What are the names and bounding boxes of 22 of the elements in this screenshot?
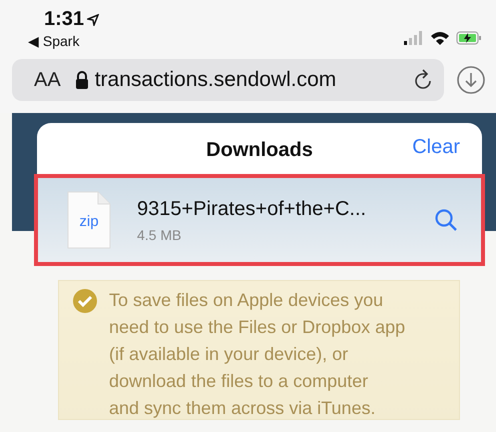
clear-button[interactable]: Clear <box>412 136 460 159</box>
lock-icon <box>74 71 89 89</box>
download-item[interactable]: zip 9315+Pirates+of+the+C... 4.5 MB <box>37 177 482 263</box>
text-size-button[interactable]: AA <box>34 68 61 92</box>
notice-text: To save files on Apple devices you need to use the Files or Dropbox app (if available in your device), or download the files to a computer and sync them across via iTunes. <box>109 289 406 419</box>
url-text: transactions.sendowl.com <box>94 68 336 92</box>
address-field[interactable]: AA transactions.sendowl.com <box>12 59 444 101</box>
search-icon[interactable] <box>434 208 458 232</box>
file-icon <box>67 191 111 249</box>
downloads-button[interactable] <box>456 65 486 95</box>
signal-icon <box>404 31 424 45</box>
file-type-label: zip <box>78 213 100 230</box>
clock-time: 1:31 <box>44 8 84 31</box>
battery-charging-icon <box>456 31 482 45</box>
reload-icon[interactable] <box>414 69 434 91</box>
wifi-icon <box>430 30 450 46</box>
location-arrow-icon <box>87 14 100 26</box>
file-name: 9315+Pirates+of+the+C... <box>137 198 368 220</box>
back-to-app-link[interactable]: ◀ Spark <box>28 33 100 49</box>
file-size: 4.5 MB <box>137 226 182 242</box>
check-circle-icon <box>73 289 97 313</box>
popover-title: Downloads <box>206 138 313 162</box>
